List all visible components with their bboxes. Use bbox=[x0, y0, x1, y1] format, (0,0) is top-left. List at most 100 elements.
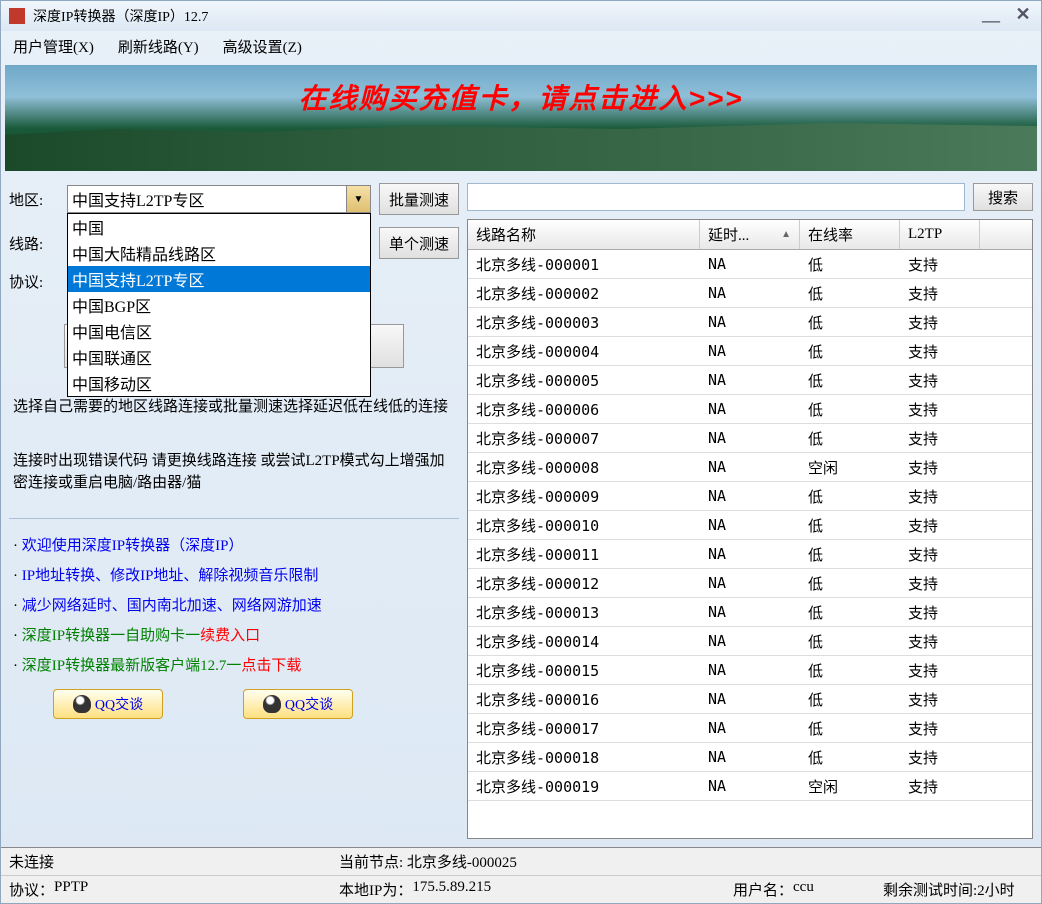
cell-l2tp: 支持 bbox=[900, 658, 980, 683]
lines-table: 线路名称 延时...▲ 在线率 L2TP 北京多线-000001NA低支持北京多… bbox=[467, 219, 1033, 839]
status-node: 当前节点: 北京多线-000025 bbox=[339, 851, 1033, 872]
menu-settings[interactable]: 高级设置(Z) bbox=[223, 36, 302, 57]
cell-online: 低 bbox=[800, 339, 900, 364]
cell-online: 低 bbox=[800, 658, 900, 683]
cell-delay: NA bbox=[700, 775, 800, 797]
cell-name: 北京多线-000007 bbox=[468, 426, 700, 451]
help-text-2: 连接时出现错误代码 请更换线路连接 或尝试L2TP模式勾上增强加密连接或重启电脑… bbox=[9, 446, 459, 498]
table-row[interactable]: 北京多线-000007NA低支持 bbox=[468, 424, 1032, 453]
cell-delay: NA bbox=[700, 456, 800, 478]
qq-icon bbox=[263, 695, 281, 713]
cell-l2tp: 支持 bbox=[900, 774, 980, 799]
banner-text: 在线购买充值卡，请点击进入>>> bbox=[298, 77, 743, 117]
table-row[interactable]: 北京多线-000002NA低支持 bbox=[468, 279, 1032, 308]
region-combo[interactable]: 中国支持L2TP专区 中国中国大陆精品线路区中国支持L2TP专区中国BGP区中国… bbox=[67, 185, 371, 213]
main-area: 地区: 中国支持L2TP专区 中国中国大陆精品线路区中国支持L2TP专区中国BG… bbox=[1, 175, 1041, 847]
region-option[interactable]: 中国 bbox=[68, 214, 370, 240]
cell-online: 低 bbox=[800, 600, 900, 625]
col-online[interactable]: 在线率 bbox=[800, 220, 900, 249]
banner[interactable]: 在线购买充值卡，请点击进入>>> bbox=[5, 65, 1037, 171]
cell-l2tp: 支持 bbox=[900, 745, 980, 770]
table-body[interactable]: 北京多线-000001NA低支持北京多线-000002NA低支持北京多线-000… bbox=[468, 250, 1032, 838]
search-input[interactable] bbox=[467, 183, 965, 211]
cell-delay: NA bbox=[700, 601, 800, 623]
cell-l2tp: 支持 bbox=[900, 513, 980, 538]
table-row[interactable]: 北京多线-000009NA低支持 bbox=[468, 482, 1032, 511]
cell-delay: NA bbox=[700, 717, 800, 739]
cell-name: 北京多线-000012 bbox=[468, 571, 700, 596]
table-row[interactable]: 北京多线-000006NA低支持 bbox=[468, 395, 1032, 424]
region-dropdown: 中国中国大陆精品线路区中国支持L2TP专区中国BGP区中国电信区中国联通区中国移… bbox=[67, 213, 371, 397]
status-user: 用户名：ccu bbox=[733, 879, 883, 900]
qq-chat-button-2[interactable]: QQ交谈 bbox=[243, 689, 353, 719]
search-button[interactable]: 搜索 bbox=[973, 183, 1033, 211]
qq-chat-button-1[interactable]: QQ交谈 bbox=[53, 689, 163, 719]
table-row[interactable]: 北京多线-000011NA低支持 bbox=[468, 540, 1032, 569]
search-row: 搜索 bbox=[467, 183, 1033, 211]
status-protocol: 协议：PPTP bbox=[9, 879, 339, 900]
cell-name: 北京多线-000015 bbox=[468, 658, 700, 683]
cell-l2tp: 支持 bbox=[900, 426, 980, 451]
chevron-down-icon[interactable] bbox=[346, 186, 370, 212]
region-option[interactable]: 中国大陆精品线路区 bbox=[68, 240, 370, 266]
table-row[interactable]: 北京多线-000019NA空闲支持 bbox=[468, 772, 1032, 801]
menu-refresh[interactable]: 刷新线路(Y) bbox=[118, 36, 199, 57]
menu-user[interactable]: 用户管理(X) bbox=[13, 36, 94, 57]
link-download[interactable]: 深度IP转换器最新版客户端12.7一点击下载 bbox=[13, 651, 455, 681]
table-row[interactable]: 北京多线-000003NA低支持 bbox=[468, 308, 1032, 337]
cell-online: 低 bbox=[800, 513, 900, 538]
status-ip: 本地IP为：175.5.89.215 bbox=[339, 879, 733, 900]
qq-icon bbox=[73, 695, 91, 713]
table-row[interactable]: 北京多线-000001NA低支持 bbox=[468, 250, 1032, 279]
window-controls: __ ✕ bbox=[981, 8, 1033, 24]
menubar: 用户管理(X) 刷新线路(Y) 高级设置(Z) bbox=[1, 31, 1041, 61]
table-row[interactable]: 北京多线-000004NA低支持 bbox=[468, 337, 1032, 366]
cell-name: 北京多线-000010 bbox=[468, 513, 700, 538]
links-box: 欢迎使用深度IP转换器（深度IP） IP地址转换、修改IP地址、解除视频音乐限制… bbox=[9, 518, 459, 739]
cell-name: 北京多线-000018 bbox=[468, 745, 700, 770]
table-row[interactable]: 北京多线-000014NA低支持 bbox=[468, 627, 1032, 656]
table-row[interactable]: 北京多线-000012NA低支持 bbox=[468, 569, 1032, 598]
single-test-button[interactable]: 单个测速 bbox=[379, 227, 459, 259]
cell-delay: NA bbox=[700, 746, 800, 768]
cell-l2tp: 支持 bbox=[900, 571, 980, 596]
cell-online: 低 bbox=[800, 629, 900, 654]
region-option[interactable]: 中国联通区 bbox=[68, 344, 370, 370]
table-row[interactable]: 北京多线-000010NA低支持 bbox=[468, 511, 1032, 540]
cell-online: 低 bbox=[800, 716, 900, 741]
table-row[interactable]: 北京多线-000015NA低支持 bbox=[468, 656, 1032, 685]
table-row[interactable]: 北京多线-000017NA低支持 bbox=[468, 714, 1032, 743]
cell-online: 低 bbox=[800, 745, 900, 770]
link-welcome[interactable]: 欢迎使用深度IP转换器（深度IP） bbox=[13, 531, 455, 561]
minimize-button[interactable]: __ bbox=[981, 8, 1001, 24]
col-delay[interactable]: 延时...▲ bbox=[700, 220, 800, 249]
close-button[interactable]: ✕ bbox=[1013, 8, 1033, 24]
region-option[interactable]: 中国BGP区 bbox=[68, 292, 370, 318]
cell-online: 低 bbox=[800, 542, 900, 567]
table-row[interactable]: 北京多线-000008NA空闲支持 bbox=[468, 453, 1032, 482]
link-renew[interactable]: 深度IP转换器一自助购卡一续费入口 bbox=[13, 621, 455, 651]
cell-delay: NA bbox=[700, 688, 800, 710]
status-time: 剩余测试时间:2小时 bbox=[883, 879, 1033, 900]
region-label: 地区: bbox=[9, 189, 59, 210]
link-speed[interactable]: 减少网络延时、国内南北加速、网络网游加速 bbox=[13, 591, 455, 621]
table-row[interactable]: 北京多线-000013NA低支持 bbox=[468, 598, 1032, 627]
status-connection: 未连接 bbox=[9, 851, 339, 872]
col-l2tp[interactable]: L2TP bbox=[900, 220, 980, 249]
app-icon bbox=[9, 8, 25, 24]
region-option[interactable]: 中国电信区 bbox=[68, 318, 370, 344]
table-row[interactable]: 北京多线-000016NA低支持 bbox=[468, 685, 1032, 714]
region-option[interactable]: 中国支持L2TP专区 bbox=[68, 266, 370, 292]
table-row[interactable]: 北京多线-000018NA低支持 bbox=[468, 743, 1032, 772]
cell-l2tp: 支持 bbox=[900, 484, 980, 509]
link-ip[interactable]: IP地址转换、修改IP地址、解除视频音乐限制 bbox=[13, 561, 455, 591]
table-row[interactable]: 北京多线-000005NA低支持 bbox=[468, 366, 1032, 395]
batch-test-button[interactable]: 批量测速 bbox=[379, 183, 459, 215]
cell-name: 北京多线-000017 bbox=[468, 716, 700, 741]
col-name[interactable]: 线路名称 bbox=[468, 220, 700, 249]
sort-asc-icon: ▲ bbox=[781, 229, 791, 240]
region-option[interactable]: 中国移动区 bbox=[68, 370, 370, 396]
cell-delay: NA bbox=[700, 282, 800, 304]
protocol-label: 协议: bbox=[9, 271, 59, 292]
cell-l2tp: 支持 bbox=[900, 542, 980, 567]
